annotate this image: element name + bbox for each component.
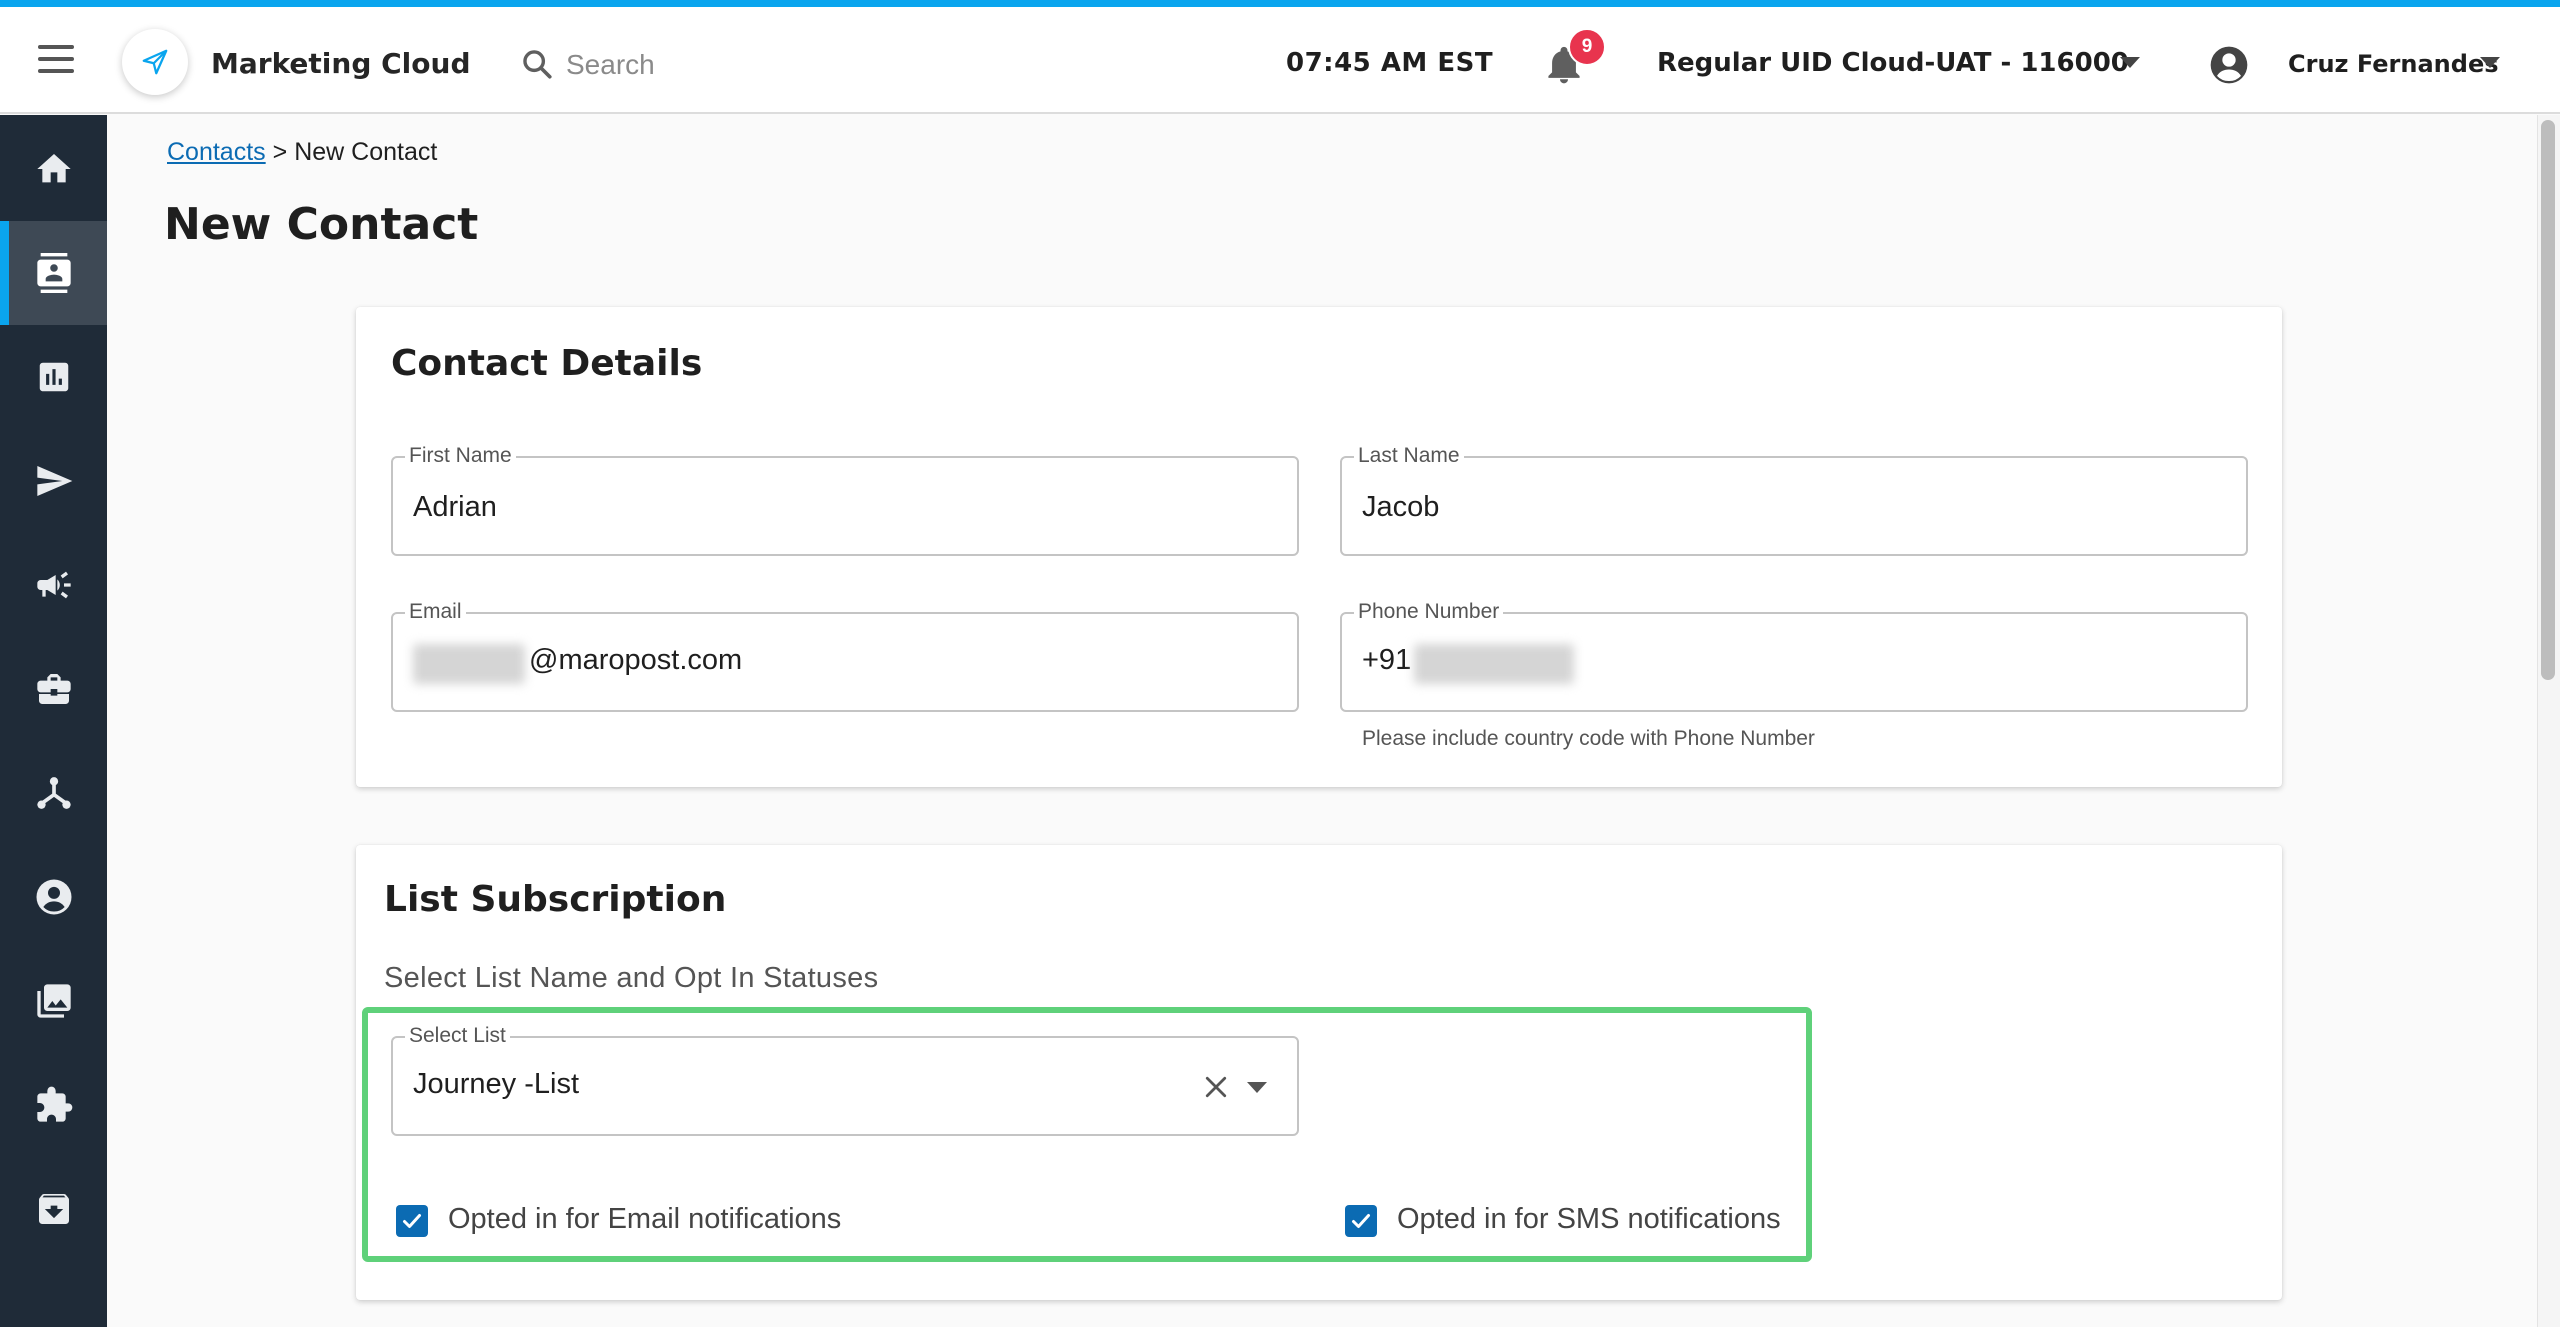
chevron-down-icon[interactable] (2120, 57, 2140, 69)
chevron-down-icon[interactable] (2480, 57, 2500, 69)
sidebar-item-home[interactable] (0, 117, 107, 221)
search-icon[interactable] (520, 47, 554, 81)
redacted-phone-number (1414, 644, 1574, 684)
breadcrumb: Contacts > New Contact (167, 138, 437, 167)
user-name[interactable]: Cruz Fernandes (2288, 50, 2499, 78)
scrollbar-thumb[interactable] (2541, 120, 2555, 680)
sidebar-item-integrations[interactable] (0, 1053, 107, 1157)
phone-prefix-text: +91 (1362, 644, 1412, 676)
last-name-label: Last Name (1354, 445, 1464, 467)
phone-number-label: Phone Number (1354, 601, 1504, 623)
sidebar-item-journeys[interactable] (0, 741, 107, 845)
sidebar-item-contacts[interactable] (0, 221, 107, 325)
send-icon (36, 466, 72, 496)
megaphone-icon (36, 571, 71, 599)
current-time: 07:45 AM EST (1286, 48, 1494, 78)
app-logo[interactable] (122, 29, 188, 95)
breadcrumb-current: New Contact (294, 138, 438, 166)
home-icon (36, 154, 71, 183)
sidebar-item-business[interactable] (0, 637, 107, 741)
page-title: New Contact (164, 199, 479, 250)
first-name-field[interactable]: First Name (391, 445, 1299, 556)
briefcase-icon (36, 674, 71, 704)
email-label: Email (405, 601, 466, 623)
list-subscription-subtitle: Select List Name and Opt In Statuses (384, 962, 879, 994)
notification-badge: 9 (1568, 28, 1606, 66)
account-selector[interactable]: Regular UID Cloud-UAT - 116000 (1657, 48, 2129, 78)
sidebar-item-media[interactable] (0, 949, 107, 1053)
paper-plane-icon (142, 49, 168, 75)
top-header: Marketing Cloud 07:45 AM EST 9 Regular U… (0, 7, 2560, 114)
sidebar-item-campaigns[interactable] (0, 429, 107, 533)
last-name-field[interactable]: Last Name (1340, 445, 2248, 556)
contacts-icon (36, 253, 71, 293)
reports-icon (39, 362, 68, 392)
top-accent-bar (0, 0, 2560, 7)
contact-details-title: Contact Details (391, 343, 703, 384)
sidebar-item-archive[interactable] (0, 1157, 107, 1261)
sidebar (0, 115, 107, 1327)
first-name-input[interactable] (413, 482, 1277, 532)
phone-number-field[interactable]: Phone Number +91 (1340, 601, 2248, 712)
highlight-box (362, 1007, 1812, 1262)
breadcrumb-link-contacts[interactable]: Contacts (167, 138, 266, 166)
menu-icon[interactable] (38, 45, 74, 73)
media-library-icon (36, 984, 71, 1018)
phone-helper-text: Please include country code with Phone N… (1362, 727, 1815, 750)
list-subscription-title: List Subscription (384, 879, 727, 920)
sidebar-item-reports[interactable] (0, 325, 107, 429)
first-name-label: First Name (405, 445, 516, 467)
user-avatar-icon[interactable] (2209, 45, 2249, 85)
breadcrumb-separator: > (272, 138, 288, 166)
sidebar-item-accounts[interactable] (0, 845, 107, 949)
email-domain-text: @maropost.com (529, 644, 743, 676)
contact-details-card: Contact Details First Name Last Name Ema… (356, 307, 2282, 787)
integrations-icon (36, 1086, 72, 1122)
email-field[interactable]: Email @maropost.com (391, 601, 1299, 712)
archive-icon (38, 1194, 69, 1224)
app-name: Marketing Cloud (211, 47, 471, 80)
last-name-input[interactable] (1362, 482, 2226, 532)
account-icon (36, 879, 71, 915)
journey-icon (36, 777, 71, 809)
sidebar-item-announcements[interactable] (0, 533, 107, 637)
search-input[interactable] (566, 45, 896, 85)
redacted-email-user (413, 644, 525, 684)
